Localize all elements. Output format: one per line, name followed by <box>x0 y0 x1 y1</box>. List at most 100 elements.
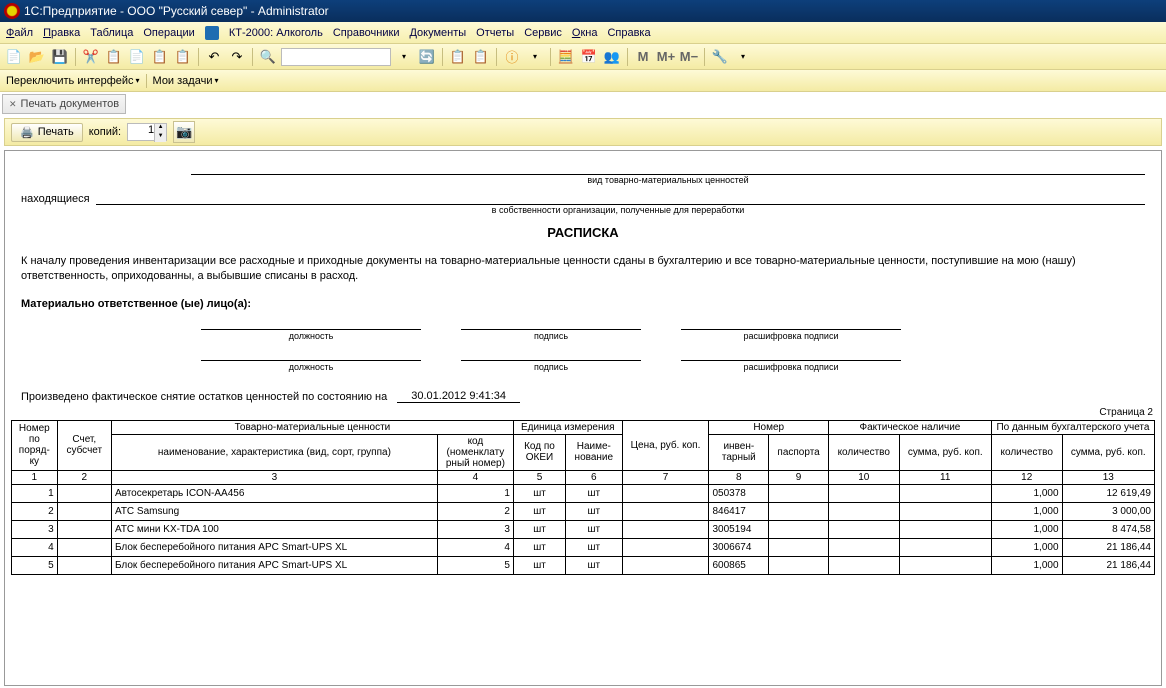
close-icon[interactable]: ✕ <box>9 99 17 110</box>
save-icon[interactable]: 💾 <box>50 47 70 67</box>
paste-icon[interactable]: 📄 <box>127 47 147 67</box>
calendar-icon[interactable]: 📅 <box>579 47 599 67</box>
page-label: Страница 2 <box>11 407 1153 418</box>
my-tasks-label: Мои задачи <box>153 75 213 87</box>
cut-icon[interactable]: ✂️ <box>81 47 101 67</box>
menu-service[interactable]: Сервис <box>524 27 562 39</box>
menu-table[interactable]: Таблица <box>90 27 133 39</box>
menu-reports[interactable]: Отчеты <box>476 27 514 39</box>
printer-icon: 🖨️ <box>20 126 34 139</box>
m-plus-button[interactable]: M+ <box>656 47 676 67</box>
kt2000-icon <box>205 26 219 40</box>
doc2-icon[interactable]: 📋 <box>471 47 491 67</box>
settings-dropdown-icon[interactable]: ▾ <box>733 47 753 67</box>
paste3-icon[interactable]: 📋 <box>173 47 193 67</box>
doc1-icon[interactable]: 📋 <box>448 47 468 67</box>
camera-icon: 📷 <box>176 124 192 140</box>
th-sum: сумма, руб. коп. <box>899 434 991 470</box>
refresh-icon[interactable]: 🔄 <box>417 47 437 67</box>
menu-file[interactable]: Файл <box>6 27 33 39</box>
search-icon[interactable]: 🔍 <box>258 47 278 67</box>
th-order: Номер по поряд-ку <box>12 420 58 470</box>
table-row: 5Блок бесперебойного питания APC Smart-U… <box>12 556 1155 574</box>
window-title: 1С:Предприятие - ООО "Русский север" - A… <box>24 4 329 18</box>
people-icon[interactable]: 👥 <box>602 47 622 67</box>
table-row: 3АТС мини KX-TDA 1003штшт30051941,0008 4… <box>12 520 1155 538</box>
menu-kt2000[interactable]: КТ-2000: Алкоголь <box>229 27 323 39</box>
th-inventory: инвен-тарный <box>709 434 769 470</box>
menu-documents[interactable]: Документы <box>409 27 466 39</box>
snapshot-date: 30.01.2012 9:41:34 <box>397 390 520 403</box>
th-sum2: сумма, руб. коп. <box>1062 434 1154 470</box>
copies-label: копий: <box>89 126 121 138</box>
th-name: наименование, характеристика (вид, сорт,… <box>111 434 437 470</box>
table-row: 4Блок бесперебойного питания APC Smart-U… <box>12 538 1155 556</box>
responsible-label: Материально ответственное (ые) лицо(а): <box>21 298 1145 310</box>
switch-interface-dropdown[interactable]: Переключить интерфейс ▾ <box>6 75 140 87</box>
located-label: находящиеся <box>21 193 90 205</box>
position-label: должность <box>289 331 334 341</box>
chevron-down-icon: ▾ <box>136 76 140 85</box>
new-doc-icon[interactable]: 📄 <box>4 47 24 67</box>
signature-row-2: должность подпись расшифровка подписи <box>201 347 1155 372</box>
info-icon[interactable]: ⓘ <box>502 47 522 67</box>
copy-icon[interactable]: 📋 <box>104 47 124 67</box>
combo-dropdown-icon[interactable]: ▾ <box>394 47 414 67</box>
m-button[interactable]: M <box>633 47 653 67</box>
th-code: код (номенклату рный номер) <box>437 434 513 470</box>
th-price: Цена, руб. коп. <box>622 420 709 470</box>
print-button-label: Печать <box>38 126 74 138</box>
signature-label: подпись <box>534 362 568 372</box>
settings-icon[interactable]: 🔧 <box>710 47 730 67</box>
tmc-type-label: вид товарно-материальных ценностей <box>191 175 1145 185</box>
search-combo[interactable] <box>281 48 391 66</box>
open-icon[interactable]: 📂 <box>27 47 47 67</box>
receipt-text: К началу проведения инвентаризации все р… <box>21 254 1145 284</box>
switch-interface-label: Переключить интерфейс <box>6 75 134 87</box>
th-qty2: количество <box>991 434 1062 470</box>
th-qty: количество <box>828 434 899 470</box>
print-button[interactable]: 🖨️ Печать <box>11 123 83 142</box>
th-unit: Единица измерения <box>513 420 622 434</box>
th-account: Счет, субсчет <box>57 420 111 470</box>
document-tab-title: Печать документов <box>21 98 120 110</box>
spin-up-icon[interactable]: ▲ <box>154 124 166 133</box>
table-row: 1Автосекретарь ICON-AA4561штшт0503781,00… <box>12 484 1155 502</box>
main-menu: Файл Правка Таблица Операции КТ-2000: Ал… <box>0 22 1166 44</box>
th-number: Номер <box>709 420 829 434</box>
document-tab[interactable]: ✕ Печать документов <box>2 94 126 114</box>
preview-button[interactable]: 📷 <box>173 121 195 143</box>
menu-windows[interactable]: Окна <box>572 27 598 39</box>
paste2-icon[interactable]: 📋 <box>150 47 170 67</box>
main-toolbar: 📄 📂 💾 ✂️ 📋 📄 📋 📋 ↶ ↷ 🔍 ▾ 🔄 📋 📋 ⓘ ▾ 🧮 📅 👥… <box>0 44 1166 70</box>
info-dropdown-icon[interactable]: ▾ <box>525 47 545 67</box>
undo-icon[interactable]: ↶ <box>204 47 224 67</box>
signature-row-1: должность подпись расшифровка подписи <box>201 316 1155 341</box>
calc-icon[interactable]: 🧮 <box>556 47 576 67</box>
menu-edit[interactable]: Правка <box>43 27 80 39</box>
ownership-label: в собственности организации, полученные … <box>91 205 1145 215</box>
interface-subbar: Переключить интерфейс ▾ Мои задачи ▾ <box>0 70 1166 92</box>
redo-icon[interactable]: ↷ <box>227 47 247 67</box>
th-fact: Фактическое наличие <box>828 420 991 434</box>
menu-catalogs[interactable]: Справочники <box>333 27 400 39</box>
my-tasks-dropdown[interactable]: Мои задачи ▾ <box>153 75 219 87</box>
receipt-title: РАСПИСКА <box>11 225 1155 240</box>
signature-label: подпись <box>534 331 568 341</box>
th-unitname: Наиме-нование <box>566 434 622 470</box>
th-passport: паспорта <box>769 434 829 470</box>
copies-stepper[interactable]: 1 ▲ ▼ <box>127 123 167 141</box>
decipher-label: расшифровка подписи <box>744 331 839 341</box>
m-minus-button[interactable]: M− <box>679 47 699 67</box>
document-canvas: вид товарно-материальных ценностей наход… <box>4 150 1162 686</box>
th-okei: Код по ОКЕИ <box>513 434 565 470</box>
print-toolbar: 🖨️ Печать копий: 1 ▲ ▼ 📷 <box>4 118 1162 146</box>
spin-down-icon[interactable]: ▼ <box>154 133 166 142</box>
window-titlebar: 1С:Предприятие - ООО "Русский север" - A… <box>0 0 1166 22</box>
chevron-down-icon: ▾ <box>214 76 218 85</box>
snapshot-label: Произведено фактическое снятие остатков … <box>21 391 387 403</box>
th-tmc: Товарно-материальные ценности <box>111 420 513 434</box>
menu-help[interactable]: Справка <box>607 27 650 39</box>
th-book: По данным бухгалтерского учета <box>991 420 1154 434</box>
menu-operations[interactable]: Операции <box>143 27 194 39</box>
